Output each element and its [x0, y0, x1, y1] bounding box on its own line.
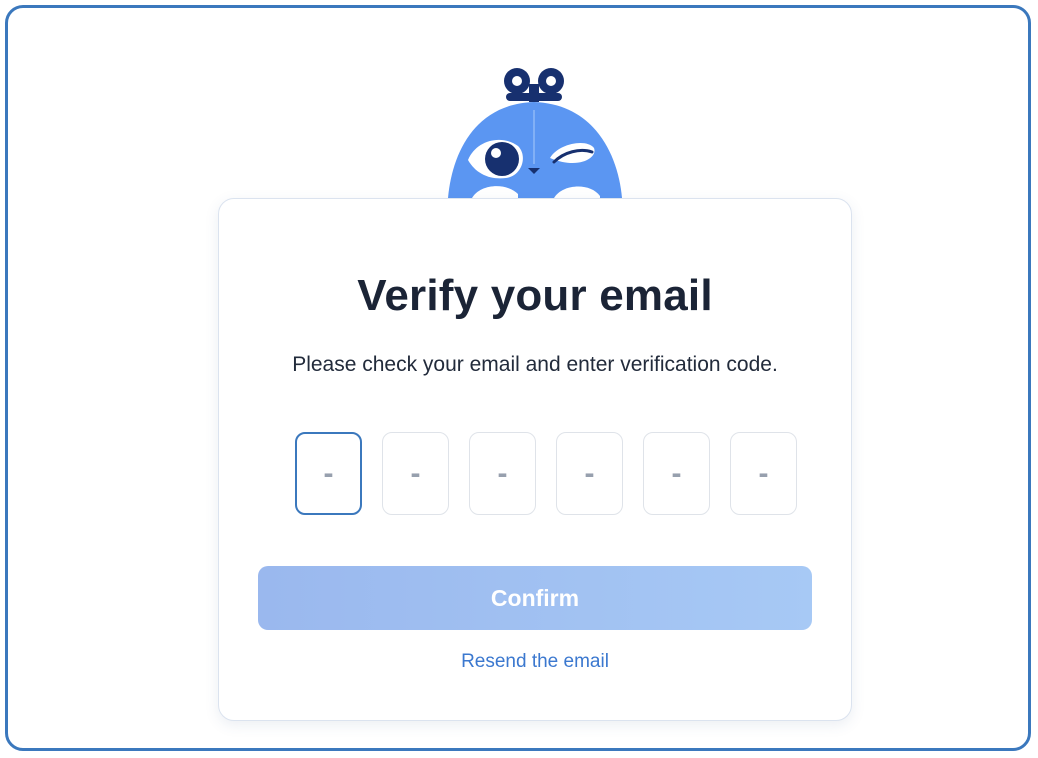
code-digit-4[interactable]: - — [556, 432, 623, 515]
confirm-button[interactable]: Confirm — [258, 566, 812, 630]
verify-card: Verify your email Please check your emai… — [218, 198, 852, 721]
code-digit-2[interactable]: - — [382, 432, 449, 515]
verification-code-inputs: - - - - - - — [295, 432, 797, 515]
code-digit-3[interactable]: - — [469, 432, 536, 515]
page-title: Verify your email — [357, 271, 713, 320]
app-window: Verify your email Please check your emai… — [5, 5, 1031, 751]
instruction-text: Please check your email and enter verifi… — [292, 353, 778, 376]
code-digit-1[interactable]: - — [295, 432, 362, 515]
bird-mascot-icon — [448, 68, 622, 198]
code-digit-5[interactable]: - — [643, 432, 710, 515]
resend-email-link[interactable]: Resend the email — [219, 651, 851, 673]
code-digit-6[interactable]: - — [730, 432, 797, 515]
